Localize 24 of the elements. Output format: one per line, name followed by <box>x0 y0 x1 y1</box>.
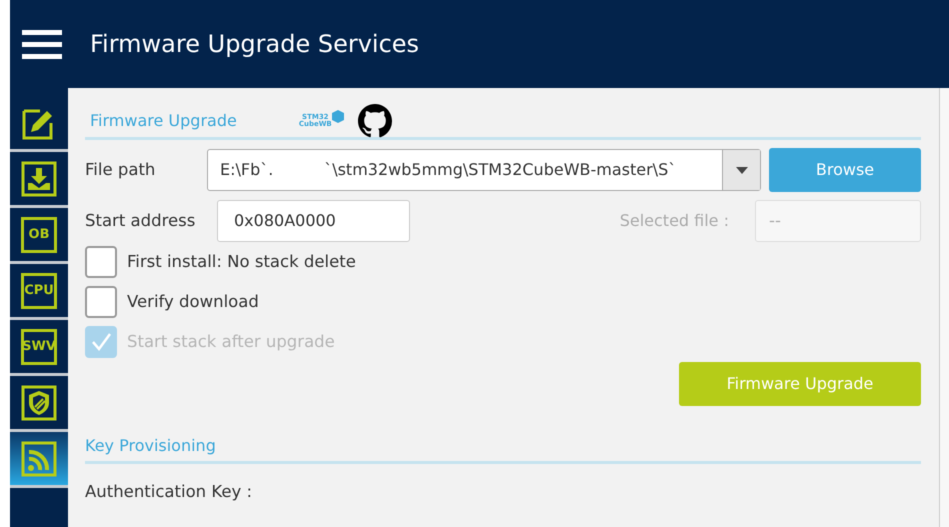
selected-file-field: -- <box>755 200 921 242</box>
checkbox-label: Start stack after upgrade <box>127 330 335 353</box>
wireless-icon <box>21 440 57 476</box>
section-title: Key Provisioning <box>85 436 216 455</box>
checkbox-label: Verify download <box>127 290 259 313</box>
checkbox[interactable] <box>85 286 117 318</box>
start-address-field[interactable]: 0x080A0000 <box>217 200 410 242</box>
check-icon <box>90 331 112 353</box>
field-label: Selected file : <box>620 210 729 232</box>
file-path-combo[interactable]: E:\Fb`. `\stm32wb5mmg\STM32CubeWB-master\S` <box>207 149 761 191</box>
checkbox[interactable] <box>85 246 117 278</box>
section-title: Firmware Upgrade <box>90 110 237 132</box>
field-label: File path <box>85 158 156 181</box>
dropdown-arrow-icon <box>736 166 748 174</box>
download-icon <box>21 160 57 196</box>
scrollbar[interactable] <box>939 88 949 527</box>
checkbox-label: First install: No stack delete <box>127 250 356 273</box>
sidebar-item[interactable] <box>10 432 68 488</box>
header-title: Firmware Upgrade Services <box>90 29 420 60</box>
shield-icon <box>21 384 57 420</box>
field-label: Start address <box>85 210 196 232</box>
menu-icon[interactable] <box>22 30 62 58</box>
github-icon[interactable] <box>358 104 392 138</box>
field-label: Authentication Key : <box>85 480 254 503</box>
